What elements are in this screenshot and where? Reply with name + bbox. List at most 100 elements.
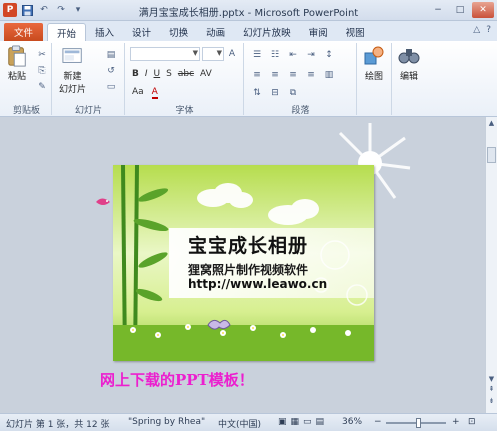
minimize-ribbon-icon[interactable]: △ (473, 25, 480, 35)
zoom-in-button[interactable]: + (452, 417, 460, 427)
slide-subtitle[interactable]: 狸窝照片制作视频软件 (188, 261, 308, 278)
zoom-out-button[interactable]: − (374, 417, 382, 427)
paragraph-group-label: 段落 (291, 106, 310, 116)
decrease-indent-icon[interactable]: ⇤ (287, 49, 299, 61)
copy-icon[interactable]: ⎘ (36, 65, 48, 77)
group-paragraph: ☰ ☷ ⇤ ⇥ ↕ ≡ ≡ ≡ ≡ ▥ ⇅ ⊟ ⧉ 段落 (245, 43, 357, 116)
drawing-label: 绘图 (364, 72, 383, 82)
line-spacing-icon[interactable]: ↕ (323, 49, 335, 61)
shadow-button[interactable]: S (166, 69, 172, 79)
editing-label: 编辑 (399, 72, 418, 82)
section-icon[interactable]: ▭ (105, 81, 117, 93)
text-direction-icon[interactable]: ⇅ (251, 87, 263, 99)
font-group-label: 字体 (175, 106, 194, 116)
tab-transitions[interactable]: 切换 (160, 23, 197, 41)
increase-indent-icon[interactable]: ⇥ (305, 49, 317, 61)
group-font: ▼ ▼ A B I U S abc AV Aa A 字体 (126, 43, 244, 116)
slideshow-view-icon[interactable]: ▤ (316, 417, 325, 427)
caption-text: 网上下载的PPT模板！ (100, 371, 254, 389)
normal-view-icon[interactable]: ▣ (278, 417, 287, 427)
tab-view[interactable]: 视图 (337, 23, 374, 41)
align-text-icon[interactable]: ⊟ (269, 87, 281, 99)
language-indicator[interactable]: 中文(中国) (218, 417, 261, 430)
cut-icon[interactable]: ✂ (36, 49, 48, 61)
font-color-button[interactable]: A (151, 87, 158, 99)
tab-home[interactable]: 开始 (47, 23, 87, 41)
bullets-icon[interactable]: ☰ (251, 49, 263, 61)
window-controls: − □ ✕ (428, 2, 494, 18)
ribbon-tabs: 文件 开始 插入 设计 切换 动画 幻灯片放映 审阅 视图 △ ? (0, 21, 497, 41)
zoom-level[interactable]: 36% (342, 417, 362, 427)
reset-icon[interactable]: ↺ (105, 65, 117, 77)
prev-slide-icon[interactable]: ⇞ (486, 385, 497, 393)
slide-title[interactable]: 宝宝成长相册 (188, 231, 308, 258)
ribbon-right-controls: △ ? (473, 25, 491, 35)
underline-button[interactable]: U (154, 69, 161, 79)
tab-file[interactable]: 文件 (4, 23, 44, 41)
binoculars-icon (398, 49, 420, 64)
group-editing: 编辑 (393, 43, 427, 115)
format-painter-icon[interactable]: ✎ (36, 81, 48, 93)
slide-sorter-icon[interactable]: ▦ (291, 417, 300, 427)
bold-button[interactable]: B (132, 69, 139, 79)
drawing-button[interactable]: 绘图 (363, 45, 385, 82)
new-slide-icon (61, 48, 82, 63)
layout-icon[interactable]: ▤ (105, 49, 117, 61)
view-buttons: ▣ ▦ ▭ ▤ (278, 417, 324, 427)
scroll-thumb[interactable] (487, 147, 496, 163)
zoom-slider-handle[interactable] (416, 418, 421, 428)
paste-label: 粘贴 (7, 72, 26, 82)
fit-window-icon[interactable]: ⊡ (468, 417, 476, 427)
align-right-icon[interactable]: ≡ (287, 69, 299, 81)
next-slide-icon[interactable]: ⇟ (486, 397, 497, 405)
group-clipboard: 粘贴 ✂ ⎘ ✎ 剪贴板 (2, 43, 52, 116)
ribbon: 粘贴 ✂ ⎘ ✎ 剪贴板 新建 幻灯片 ▤ ↺ ▭ 幻灯片 ▼ ▼ A B I … (0, 41, 497, 117)
close-button[interactable]: ✕ (472, 2, 494, 18)
minimize-button[interactable]: − (428, 2, 448, 18)
font-name-combo[interactable]: ▼ (130, 47, 200, 61)
theme-name[interactable]: "Spring by Rhea" (128, 417, 205, 427)
tab-insert[interactable]: 插入 (86, 23, 123, 41)
slide-url[interactable]: http://www.leawo.cn (188, 277, 327, 291)
zoom-slider[interactable] (386, 418, 446, 428)
shapes-icon (364, 46, 384, 65)
italic-button[interactable]: I (145, 69, 148, 79)
align-center-icon[interactable]: ≡ (269, 69, 281, 81)
tab-slideshow[interactable]: 幻灯片放映 (234, 23, 300, 41)
status-bar: 幻灯片 第 1 张，共 12 张 "Spring by Rhea" 中文(中国)… (0, 413, 497, 431)
window-title: 满月宝宝成长相册.pptx - Microsoft PowerPoint (138, 8, 359, 19)
font-size-combo[interactable]: ▼ (202, 47, 224, 61)
clipboard-group-label: 剪贴板 (12, 106, 40, 116)
new-slide-label-2: 幻灯片 (59, 85, 87, 95)
group-drawing: 绘图 (358, 43, 392, 115)
tab-design[interactable]: 设计 (123, 23, 160, 41)
grow-font-icon[interactable]: A (226, 48, 238, 60)
reading-view-icon[interactable]: ▭ (303, 417, 312, 427)
vertical-scrollbar[interactable]: ▲ ▼ ⇞ ⇟ (485, 117, 497, 413)
paste-button[interactable]: 粘贴 (6, 45, 28, 82)
chevron-down-icon: ▼ (192, 49, 198, 57)
smartart-icon[interactable]: ⧉ (287, 87, 299, 99)
paste-icon (8, 45, 26, 67)
slide-counter: 幻灯片 第 1 张，共 12 张 (6, 420, 110, 430)
scroll-up-icon[interactable]: ▲ (486, 119, 497, 127)
tab-review[interactable]: 审阅 (300, 23, 337, 41)
justify-icon[interactable]: ≡ (305, 69, 317, 81)
change-case-button[interactable]: Aa (132, 87, 144, 99)
scroll-down-icon[interactable]: ▼ (486, 375, 497, 383)
maximize-button[interactable]: □ (450, 2, 470, 18)
editing-button[interactable]: 编辑 (398, 45, 420, 82)
chevron-down-icon: ▼ (216, 49, 222, 57)
columns-icon[interactable]: ▥ (323, 69, 335, 81)
align-left-icon[interactable]: ≡ (251, 69, 263, 81)
new-slide-button[interactable]: 新建 幻灯片 (59, 45, 86, 95)
char-spacing-button[interactable]: AV (200, 69, 212, 79)
group-slides: 新建 幻灯片 ▤ ↺ ▭ 幻灯片 (53, 43, 125, 116)
new-slide-label-1: 新建 (63, 72, 82, 82)
strikethrough-button[interactable]: abc (178, 69, 194, 79)
numbering-icon[interactable]: ☷ (269, 49, 281, 61)
tab-animations[interactable]: 动画 (197, 23, 234, 41)
title-bar: P ↶ ↷ ▾ 满月宝宝成长相册.pptx - Microsoft PowerP… (0, 0, 497, 21)
help-icon[interactable]: ? (486, 25, 491, 35)
slide-canvas[interactable]: 宝宝成长相册 狸窝照片制作视频软件 http://www.leawo.cn (113, 165, 374, 361)
